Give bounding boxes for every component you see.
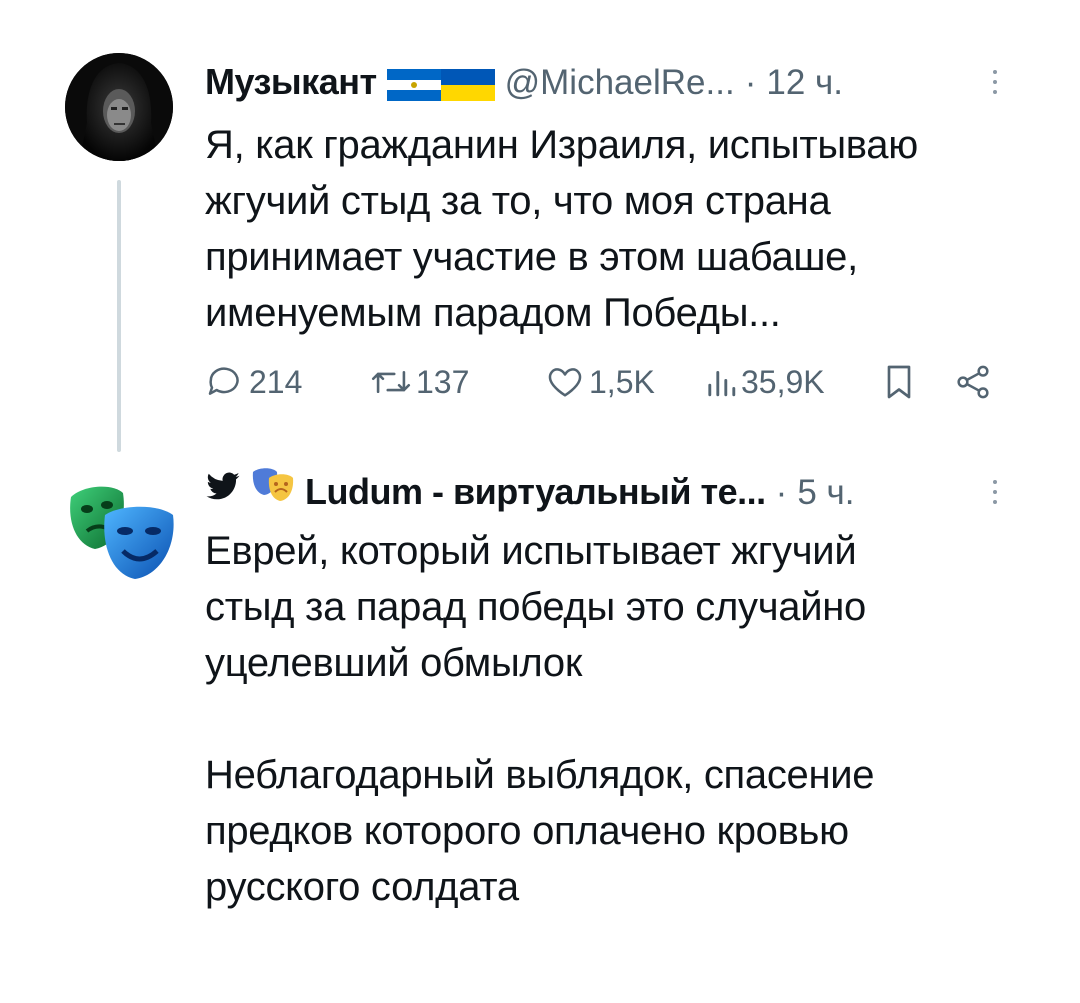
text-line: Неблагодарный выблядок, спасение [205, 753, 875, 797]
author-name[interactable]: Музыкант [205, 61, 377, 102]
text-line: жгучий стыд за то, что моя страна [205, 179, 831, 223]
tweet-1[interactable]: Музыкант @MichaelRe... · 12 ч. Я, как гр… [0, 45, 1080, 465]
repost-icon [371, 371, 411, 393]
timestamp[interactable]: 12 ч. [766, 63, 843, 102]
user-avatar-hooded-figure[interactable] [65, 53, 173, 161]
user-avatar-theater-masks[interactable] [65, 475, 177, 585]
twitter-bird-icon [205, 465, 241, 515]
tweet-text: Еврей, который испытывает жгучий стыд за… [205, 523, 1025, 915]
like-count: 1,5K [589, 363, 655, 400]
reply-count: 214 [249, 363, 303, 400]
text-line: Еврей, который испытывает жгучий [205, 529, 857, 573]
separator-dot: · [775, 473, 788, 512]
views-button[interactable]: 35,9K [705, 357, 825, 407]
like-button[interactable]: 1,5K [545, 357, 655, 407]
more-options-icon[interactable] [980, 467, 1010, 517]
share-icon [957, 365, 989, 399]
reply-icon [208, 367, 239, 395]
reply-button[interactable]: 214 [205, 357, 302, 407]
author-handle[interactable]: @MichaelRe... [505, 63, 735, 102]
text-line: именуемым парадом Победы... [205, 291, 781, 335]
author-name[interactable]: Ludum - виртуальный те... [305, 471, 766, 512]
theater-masks-icon [251, 465, 295, 515]
tweet-actions: 214 137 1,5K 35,9K [205, 357, 995, 407]
nicaragua-flag-icon [386, 64, 441, 102]
text-line: принимает участие в этом шабаше, [205, 235, 858, 279]
tweet-header: Музыкант @MichaelRe... · 12 ч. [205, 57, 1010, 107]
separator-dot: · [744, 63, 757, 102]
more-options-icon[interactable] [980, 57, 1010, 107]
text-line: русского солдата [205, 865, 519, 909]
text-line: стыд за парад победы это случайно [205, 585, 866, 629]
repost-count: 137 [416, 363, 470, 400]
views-chart-icon [708, 370, 736, 397]
bookmark-icon [887, 365, 911, 399]
text-line: предков которого оплачено кровью [205, 809, 849, 853]
timestamp[interactable]: 5 ч. [797, 473, 854, 512]
ukraine-flag-icon [440, 64, 495, 102]
views-count: 35,9K [741, 363, 825, 400]
heart-icon [548, 368, 582, 397]
text-line: Я, как гражданин Израиля, испытываю [205, 123, 918, 167]
share-button[interactable] [953, 357, 993, 407]
tweet-2[interactable]: Ludum - виртуальный те... · 5 ч. Еврей, … [0, 455, 1080, 975]
thread-line [117, 180, 121, 452]
bookmark-button[interactable] [881, 357, 917, 407]
tweet-header: Ludum - виртуальный те... · 5 ч. [205, 467, 1010, 517]
tweet-text: Я, как гражданин Израиля, испытываю жгуч… [205, 117, 1025, 341]
repost-button[interactable]: 137 [370, 357, 469, 407]
text-line: уцелевший обмылок [205, 641, 583, 685]
